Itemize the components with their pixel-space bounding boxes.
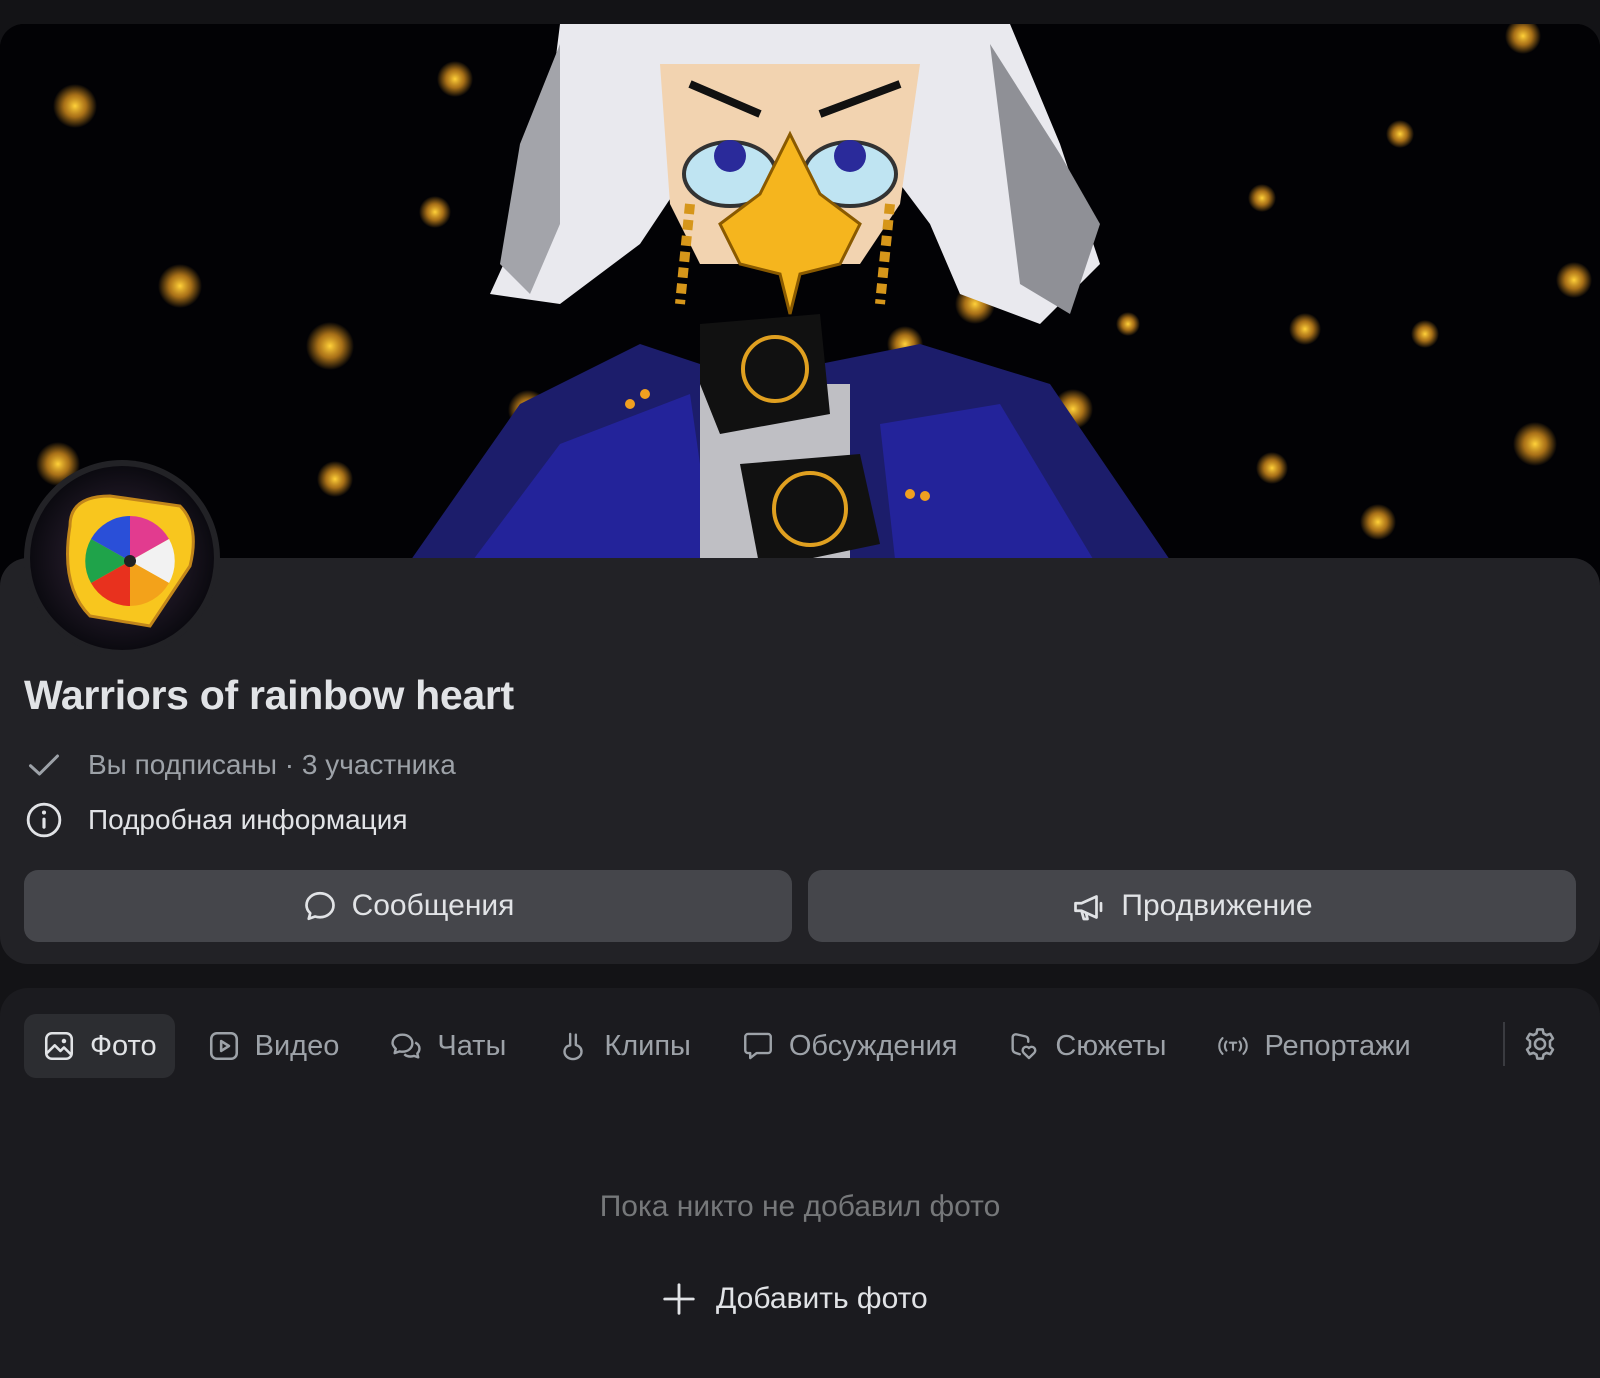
tab-label: Чаты — [437, 1029, 507, 1062]
tab-clips[interactable]: Клипы — [538, 1014, 709, 1078]
tabs-divider — [1503, 1022, 1505, 1066]
chats-icon — [389, 1029, 423, 1063]
details-row[interactable]: Подробная информация — [24, 800, 408, 840]
group-title: Warriors of rainbow heart — [24, 672, 514, 718]
photo-icon — [42, 1029, 76, 1063]
tab-label: Фото — [90, 1029, 157, 1062]
info-icon — [24, 800, 64, 840]
tab-label: Обсуждения — [788, 1029, 958, 1062]
tab-discussions[interactable]: Обсуждения — [723, 1014, 976, 1078]
tab-stories[interactable]: Сюжеты — [989, 1014, 1184, 1078]
checkmark-icon — [24, 745, 64, 785]
tab-photo[interactable]: Фото — [24, 1014, 175, 1078]
tab-broadcasts[interactable]: Репортажи — [1198, 1014, 1428, 1078]
broadcast-icon — [1216, 1029, 1250, 1063]
clips-icon — [556, 1029, 590, 1063]
empty-photos-message: Пока никто не добавил фото — [599, 1190, 1001, 1223]
messages-button[interactable]: Сообщения — [24, 870, 792, 942]
promotion-label: Продвижение — [1121, 889, 1313, 922]
stories-icon — [1007, 1029, 1041, 1063]
details-link: Подробная информация — [88, 804, 408, 835]
promotion-button[interactable]: Продвижение — [808, 870, 1576, 942]
tab-label: Репортажи — [1264, 1029, 1411, 1062]
tab-chats[interactable]: Чаты — [371, 1014, 524, 1078]
message-bubble-icon — [302, 888, 338, 924]
gear-icon — [1521, 1025, 1559, 1068]
add-photo-label: Добавить фото — [716, 1282, 928, 1315]
messages-label: Сообщения — [351, 889, 515, 922]
plus-icon — [660, 1280, 698, 1318]
add-photo-button[interactable]: Добавить фото — [660, 1275, 928, 1323]
content-tabs: Фото Видео Чаты Клипы Обсуждения Сюжеты … — [24, 1014, 1443, 1078]
discussions-icon — [741, 1029, 775, 1063]
video-icon — [207, 1029, 241, 1063]
group-avatar[interactable] — [24, 460, 220, 656]
megaphone-icon — [1071, 888, 1107, 924]
subscription-status: Вы подписаны · 3 участника — [88, 749, 456, 780]
tab-video[interactable]: Видео — [189, 1014, 358, 1078]
cover-image[interactable] — [0, 24, 1600, 604]
tab-label: Клипы — [604, 1029, 691, 1062]
tab-label: Сюжеты — [1055, 1029, 1167, 1062]
tab-label: Видео — [254, 1029, 340, 1062]
tabs-settings-button[interactable] — [1518, 1024, 1562, 1068]
group-page: Warriors of rainbow heart Вы подписаны ·… — [0, 0, 1600, 1378]
subscription-row[interactable]: Вы подписаны · 3 участника — [24, 745, 456, 785]
